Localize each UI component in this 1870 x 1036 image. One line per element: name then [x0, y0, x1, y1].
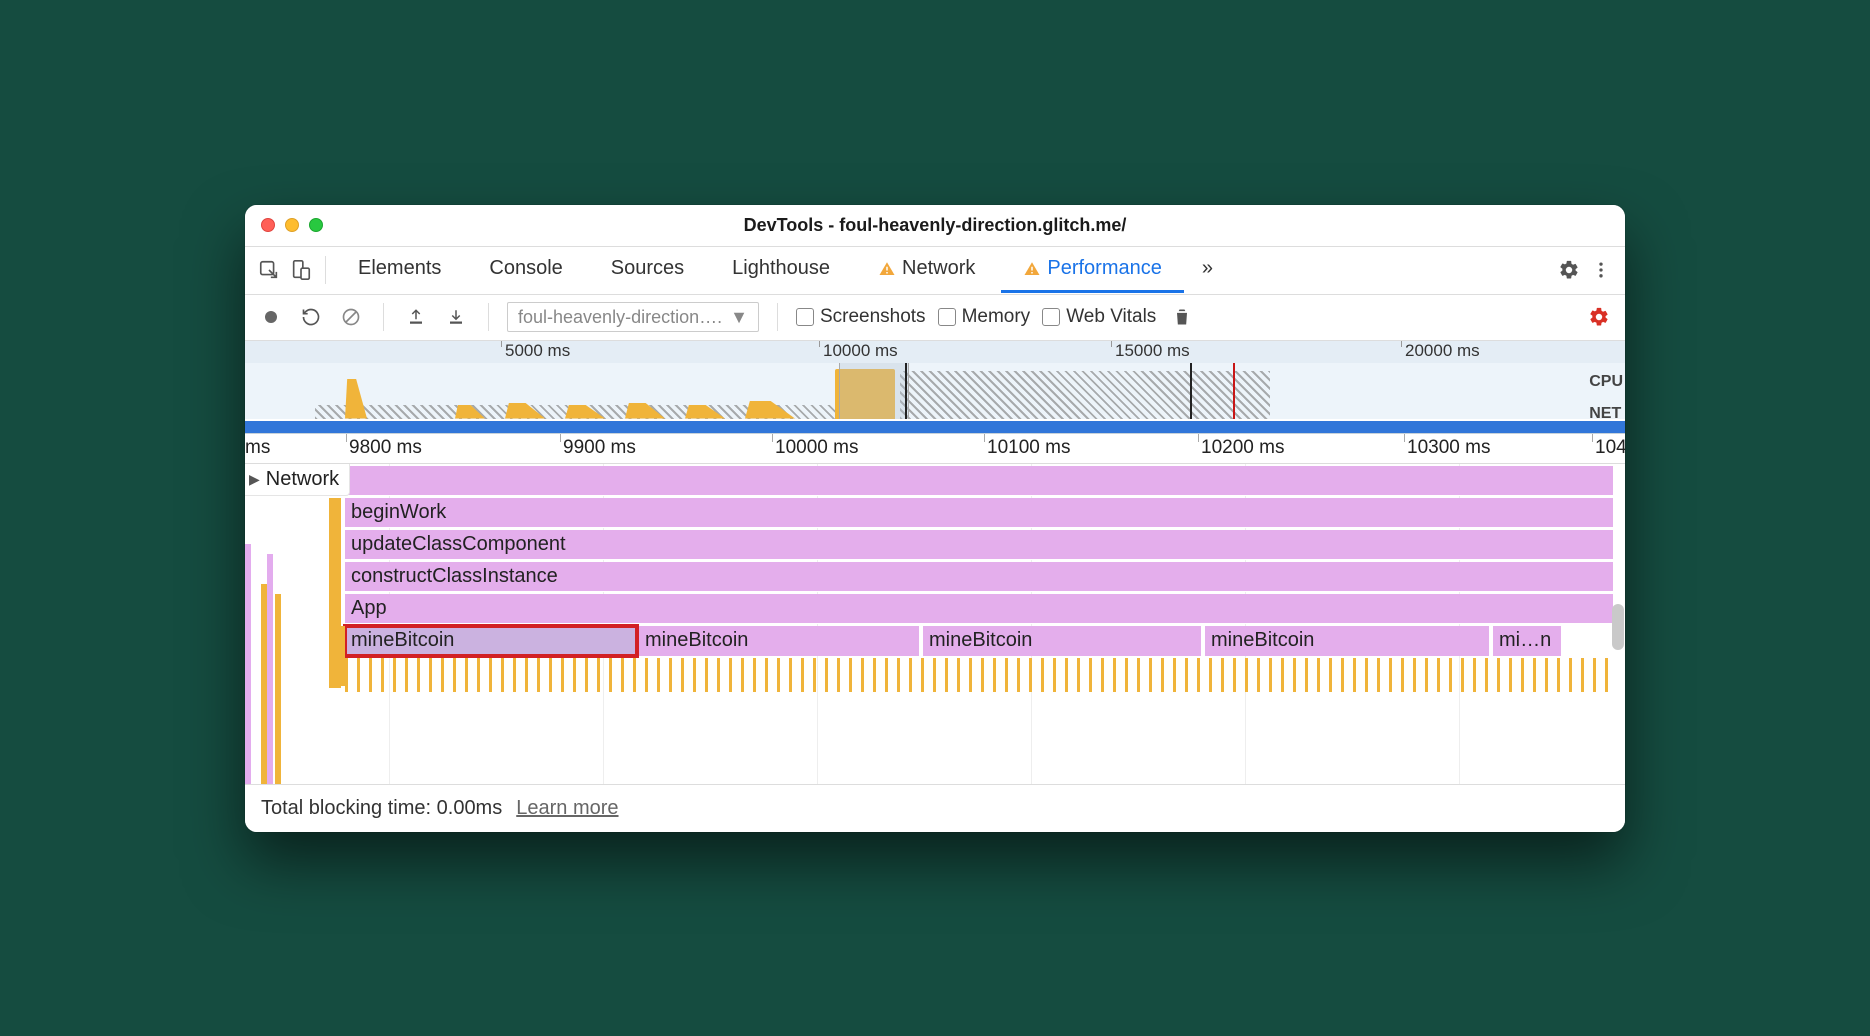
- traffic-lights: [261, 218, 323, 232]
- tab-console[interactable]: Console: [467, 247, 584, 293]
- overview-tick: 10000 ms: [823, 341, 898, 361]
- overview-marker: [1190, 363, 1192, 419]
- capture-settings-gear-icon[interactable]: [1585, 303, 1613, 331]
- ruler-tick: 9800 ms: [349, 437, 422, 459]
- flame-frame-constructclassinstance[interactable]: constructClassInstance: [345, 562, 1613, 592]
- flame-frame-label: mineBitcoin: [929, 629, 1032, 652]
- zoom-window-button[interactable]: [309, 218, 323, 232]
- overview-label-cpu: CPU: [1589, 373, 1623, 391]
- separator: [488, 303, 489, 331]
- web-vitals-checkbox[interactable]: Web Vitals: [1042, 306, 1156, 328]
- flame-chart[interactable]: ▶ Network performUnitOfWork beginWork up…: [245, 464, 1625, 784]
- tab-lighthouse[interactable]: Lighthouse: [710, 247, 852, 293]
- window-title: DevTools - foul-heavenly-direction.glitc…: [744, 215, 1127, 236]
- separator: [325, 256, 326, 284]
- disclosure-triangle-icon: ▶: [249, 471, 260, 488]
- flame-frame-label: updateClassComponent: [351, 533, 566, 556]
- chevron-down-icon: ▼: [730, 307, 748, 328]
- left-slivers: [245, 464, 283, 784]
- tab-sources[interactable]: Sources: [589, 247, 706, 293]
- flame-frame-minebitcoin[interactable]: mineBitcoin: [1205, 626, 1491, 656]
- overview-tick: 5000 ms: [505, 341, 570, 361]
- overview-marker: [905, 363, 907, 419]
- overview-net: [245, 419, 1625, 433]
- flame-frame-app[interactable]: App: [345, 594, 1613, 624]
- settings-gear-icon[interactable]: [1555, 256, 1583, 284]
- device-toolbar-icon[interactable]: [287, 256, 315, 284]
- tab-elements[interactable]: Elements: [336, 247, 463, 293]
- titlebar: DevTools - foul-heavenly-direction.glitc…: [245, 205, 1625, 247]
- overview-tick: 15000 ms: [1115, 341, 1190, 361]
- close-window-button[interactable]: [261, 218, 275, 232]
- overview-cpu: [245, 363, 1625, 419]
- delete-icon[interactable]: [1168, 303, 1196, 331]
- flame-frame-updateclasscomponent[interactable]: updateClassComponent: [345, 530, 1613, 560]
- tab-network[interactable]: Network: [856, 247, 997, 293]
- devtools-window: DevTools - foul-heavenly-direction.glitc…: [245, 205, 1625, 832]
- network-track-label: Network: [266, 468, 339, 491]
- flame-frame-minebitcoin[interactable]: mineBitcoin: [923, 626, 1203, 656]
- footer-bar: Total blocking time: 0.00ms Learn more: [245, 784, 1625, 832]
- memory-checkbox[interactable]: Memory: [938, 306, 1031, 328]
- tab-performance[interactable]: Performance: [1001, 247, 1184, 293]
- minimize-window-button[interactable]: [285, 218, 299, 232]
- flame-frame-label: mineBitcoin: [1211, 629, 1314, 652]
- checkbox-icon: [938, 308, 956, 326]
- flame-ticks-row: [345, 658, 1613, 692]
- overview-labels: CPU NET: [1589, 373, 1623, 423]
- performance-toolbar: foul-heavenly-direction…. ▼ Screenshots …: [245, 295, 1625, 341]
- clear-icon[interactable]: [337, 303, 365, 331]
- profile-dropdown[interactable]: foul-heavenly-direction…. ▼: [507, 302, 759, 332]
- overview-tick: 20000 ms: [1405, 341, 1480, 361]
- inspect-element-icon[interactable]: [255, 256, 283, 284]
- flame-frame-beginwork[interactable]: beginWork: [345, 498, 1613, 528]
- flame-frame-label: mi…n: [1499, 629, 1551, 652]
- ruler-tick: 9900 ms: [563, 437, 636, 459]
- record-button-icon[interactable]: [257, 303, 285, 331]
- tabs-overflow-button[interactable]: »: [1188, 247, 1227, 293]
- checkbox-icon: [796, 308, 814, 326]
- overview-label-net: NET: [1589, 405, 1623, 423]
- flame-frame-label: App: [351, 597, 387, 620]
- flame-frame-label: beginWork: [351, 501, 446, 524]
- kebab-menu-icon[interactable]: [1587, 256, 1615, 284]
- load-profile-icon[interactable]: [402, 303, 430, 331]
- flame-frame-minebitcoin[interactable]: mi…n: [1493, 626, 1563, 656]
- network-track-header[interactable]: ▶ Network: [245, 464, 350, 496]
- overview-selection[interactable]: [839, 363, 909, 419]
- ruler-tick: 10300 ms: [1407, 437, 1490, 459]
- warning-icon: [878, 260, 896, 278]
- ruler-tick: 10000 ms: [775, 437, 858, 459]
- flame-frame-label: constructClassInstance: [351, 565, 558, 588]
- learn-more-link[interactable]: Learn more: [516, 797, 618, 820]
- flame-frame-minebitcoin-selected[interactable]: mineBitcoin: [345, 626, 637, 656]
- total-blocking-time-label: Total blocking time: 0.00ms: [261, 797, 502, 820]
- overview-marker: [1233, 363, 1235, 419]
- screenshots-checkbox[interactable]: Screenshots: [796, 306, 926, 328]
- ruler-tick: 10100 ms: [987, 437, 1070, 459]
- ruler-tick: 10200 ms: [1201, 437, 1284, 459]
- vertical-scrollbar-thumb[interactable]: [1612, 604, 1624, 650]
- checkbox-icon: [1042, 308, 1060, 326]
- overview-timeline[interactable]: 5000 ms 10000 ms 15000 ms 20000 ms: [245, 341, 1625, 434]
- separator: [383, 303, 384, 331]
- reload-icon[interactable]: [297, 303, 325, 331]
- overview-ticks: 5000 ms 10000 ms 15000 ms 20000 ms: [245, 341, 1625, 363]
- ruler-tick: 104: [1595, 437, 1625, 459]
- flame-frame-label: mineBitcoin: [645, 629, 748, 652]
- detail-ruler[interactable]: ms 9800 ms 9900 ms 10000 ms 10100 ms 102…: [245, 434, 1625, 464]
- ruler-tick: ms: [245, 437, 270, 459]
- warning-icon: [1023, 260, 1041, 278]
- separator: [777, 303, 778, 331]
- flame-frame-minebitcoin[interactable]: mineBitcoin: [639, 626, 921, 656]
- flame-frame-label: mineBitcoin: [351, 629, 454, 652]
- save-profile-icon[interactable]: [442, 303, 470, 331]
- panel-tabs: Elements Console Sources Lighthouse Netw…: [245, 247, 1625, 295]
